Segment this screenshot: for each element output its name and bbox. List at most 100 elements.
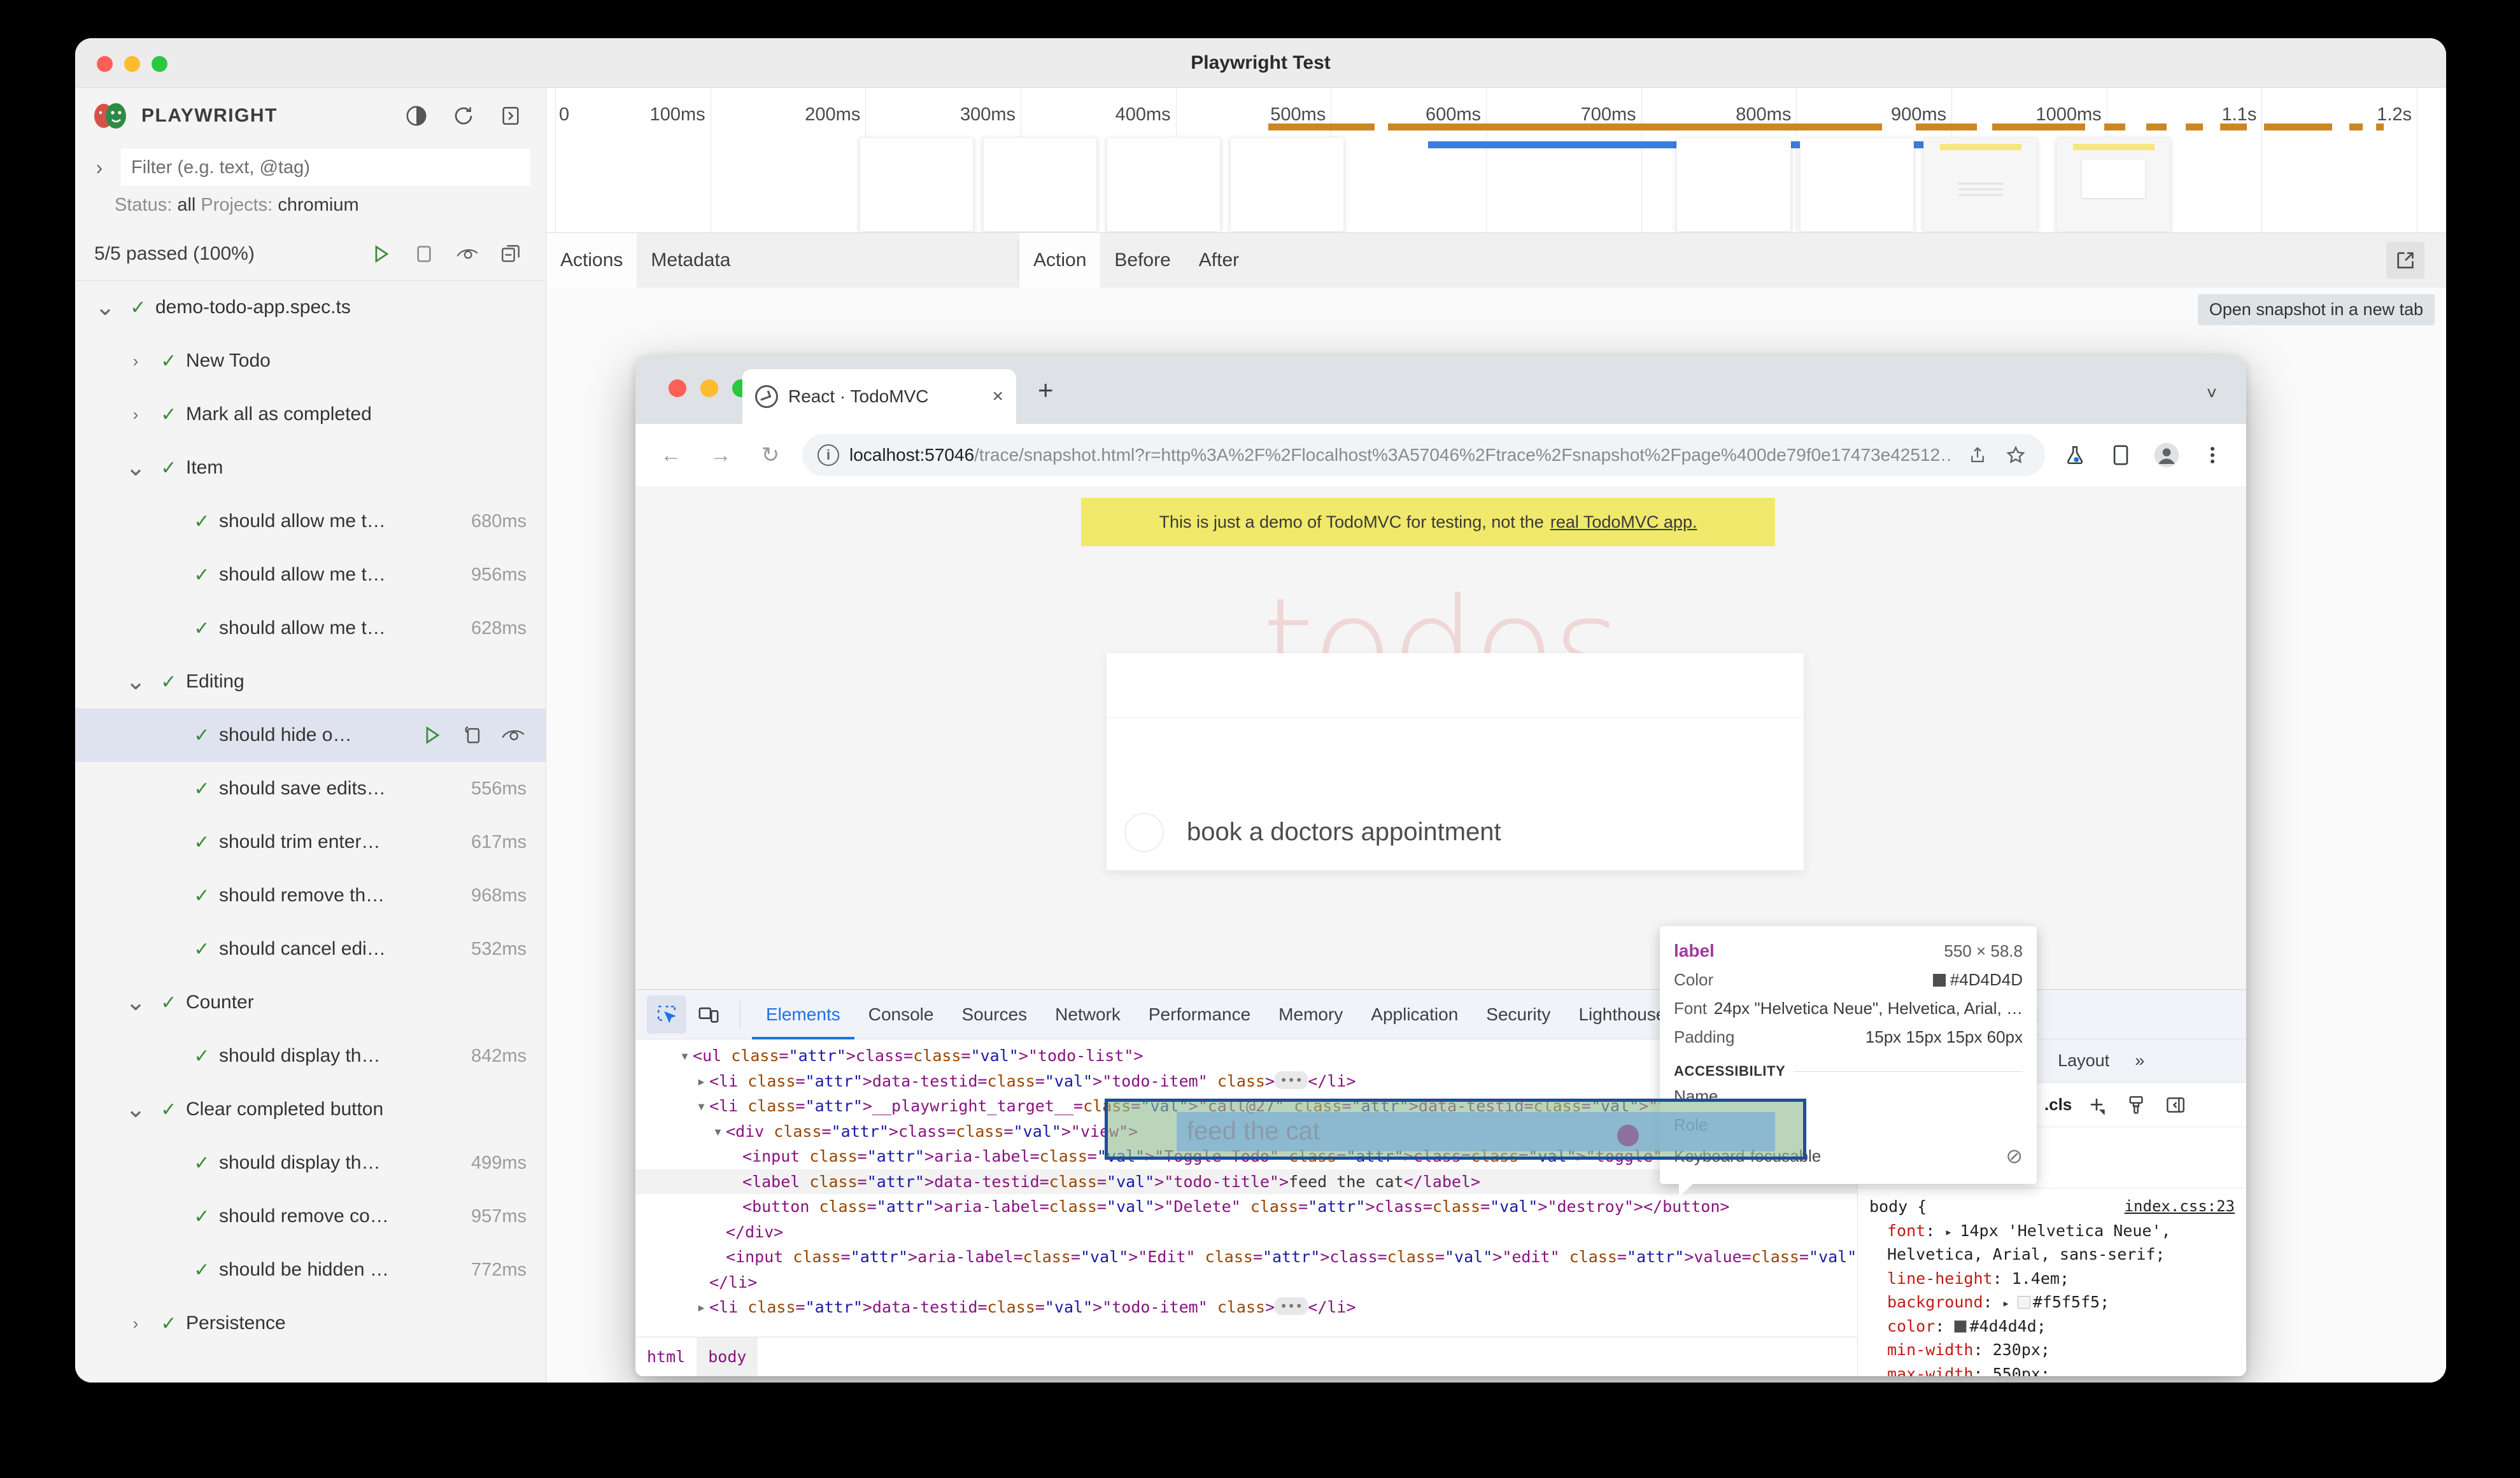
test-tree-row[interactable]: ✓should remove co…957ms: [75, 1190, 546, 1243]
watch-icon[interactable]: [448, 234, 487, 274]
test-tree-row[interactable]: ✓should allow me t…956ms: [75, 548, 546, 602]
browser-minimize-button[interactable]: [700, 379, 718, 397]
test-tree[interactable]: ⌄✓demo-todo-app.spec.ts›✓New Todo›✓Mark …: [75, 281, 546, 1350]
back-button[interactable]: ←: [653, 437, 689, 473]
timeline-bar-action[interactable]: [1992, 123, 2085, 130]
style-declaration[interactable]: background: ▸ #f5f5f5;: [1858, 1290, 2246, 1314]
devtools-tab-sources[interactable]: Sources: [947, 990, 1041, 1039]
copy-icon[interactable]: [458, 721, 487, 750]
timeline-bar-action[interactable]: [2104, 123, 2125, 130]
chevron-down-icon[interactable]: ⌄: [120, 675, 152, 689]
timeline-bar-action[interactable]: [1916, 123, 1976, 130]
dom-twisty-right-icon[interactable]: ▸: [697, 1070, 709, 1093]
style-declaration[interactable]: font: ▸ 14px 'Helvetica Neue', Helvetica…: [1858, 1219, 2246, 1267]
styles-tab-layout[interactable]: Layout: [2045, 1039, 2122, 1083]
test-tree-row[interactable]: ✓should cancel edi…532ms: [75, 922, 546, 976]
devtools-tabs[interactable]: ElementsConsoleSourcesNetworkPerformance…: [752, 990, 1807, 1039]
run-icon[interactable]: [417, 721, 446, 750]
dom-twisty-right-icon[interactable]: ▸: [697, 1296, 709, 1319]
timeline-bar-action[interactable]: [1268, 123, 1375, 130]
dom-line[interactable]: ▸<li class="attr">data-testid=class="val…: [635, 1295, 1857, 1320]
forward-button[interactable]: →: [703, 437, 739, 473]
breadcrumb[interactable]: htmlbody: [635, 1337, 1857, 1376]
chevron-right-icon[interactable]: ›: [81, 157, 117, 178]
reload-button[interactable]: ↻: [753, 437, 788, 473]
timeline-bar-action[interactable]: [1388, 123, 1882, 130]
chevron-down-icon[interactable]: ⌄: [89, 300, 121, 315]
todo-item-row[interactable]: book a doctors appointment: [1107, 794, 1804, 871]
test-tree-row[interactable]: ✓should hide o…: [75, 708, 546, 762]
devtools-tab-application[interactable]: Application: [1357, 990, 1472, 1039]
filmstrip-frame[interactable]: [1676, 137, 1790, 232]
element-classes-icon[interactable]: [2121, 1090, 2151, 1120]
style-declaration[interactable]: color: #4d4d4d;: [1858, 1314, 2246, 1339]
toggle-sidebar-icon[interactable]: [493, 99, 528, 133]
profile-avatar-icon[interactable]: [2151, 439, 2183, 471]
expand-ellipsis-icon[interactable]: •••: [1275, 1297, 1308, 1315]
devtools-tab-performance[interactable]: Performance: [1135, 990, 1264, 1039]
browser-tab[interactable]: React · TodoMVC ×: [742, 369, 1016, 424]
dom-line[interactable]: <input class="attr">aria-label=class="va…: [635, 1244, 1857, 1270]
new-todo-input[interactable]: [1107, 653, 1804, 718]
reload-icon[interactable]: [446, 99, 481, 133]
toggle-todo-checkbox[interactable]: [1124, 813, 1164, 852]
timeline-bar-action[interactable]: [2264, 123, 2332, 130]
watch-icon[interactable]: [499, 721, 528, 750]
filter-input[interactable]: [121, 149, 530, 186]
dom-twisty-down-icon[interactable]: ▾: [713, 1120, 726, 1143]
test-tree-row[interactable]: ✓should remove th…968ms: [75, 869, 546, 922]
status-value[interactable]: all: [177, 195, 195, 215]
filmstrip-frame[interactable]: [983, 137, 1097, 232]
devtools-tab-memory[interactable]: Memory: [1264, 990, 1357, 1039]
viewer-tab-actions[interactable]: Actions: [546, 233, 637, 288]
style-declaration[interactable]: max-width: 550px;: [1858, 1362, 2246, 1377]
open-snapshot-new-tab-icon[interactable]: [2386, 242, 2424, 279]
filmstrip-frame[interactable]: [1800, 137, 1914, 232]
trace-timeline[interactable]: 0100ms200ms300ms400ms500ms600ms700ms800m…: [546, 88, 2446, 233]
chevron-right-icon[interactable]: ›: [120, 405, 152, 425]
style-declaration[interactable]: min-width: 230px;: [1858, 1338, 2246, 1362]
bookmark-star-icon[interactable]: [2002, 441, 2030, 469]
toggle-theme-icon[interactable]: [399, 99, 434, 133]
devtools-tab-network[interactable]: Network: [1041, 990, 1135, 1039]
devtools-tab-console[interactable]: Console: [854, 990, 948, 1039]
test-tree-row[interactable]: ✓should allow me t…680ms: [75, 495, 546, 548]
test-row-actions[interactable]: [417, 721, 546, 750]
share-icon[interactable]: [1964, 441, 1992, 469]
devtools-tab-security[interactable]: Security: [1472, 990, 1564, 1039]
test-tree-row[interactable]: ⌄✓Counter: [75, 976, 546, 1029]
dom-line[interactable]: </li>: [635, 1270, 1857, 1295]
snapshot-tab-after[interactable]: After: [1185, 233, 1253, 288]
snapshot-tab-action[interactable]: Action: [1019, 233, 1100, 288]
left-tabs[interactable]: ActionsMetadata: [546, 233, 1019, 288]
viewer-tab-metadata[interactable]: Metadata: [637, 233, 744, 288]
site-info-icon[interactable]: i: [818, 444, 839, 466]
test-tree-row[interactable]: ⌄✓Clear completed button: [75, 1083, 546, 1136]
dom-twisty-down-icon[interactable]: ▾: [680, 1045, 693, 1067]
dom-twisty-down-icon[interactable]: ▾: [697, 1095, 709, 1118]
filmstrip-frame[interactable]: [1923, 137, 2037, 232]
test-tree-row[interactable]: ✓should be hidden …772ms: [75, 1243, 546, 1297]
chevron-right-icon[interactable]: ›: [120, 1314, 152, 1334]
breadcrumb-item[interactable]: body: [697, 1337, 758, 1377]
browser-close-button[interactable]: [669, 379, 686, 397]
test-tree-row[interactable]: ✓should trim enter…617ms: [75, 815, 546, 869]
filmstrip-frame[interactable]: [1230, 137, 1344, 232]
test-tree-row[interactable]: ✓should display th…842ms: [75, 1029, 546, 1083]
test-tree-row[interactable]: ›✓New Todo: [75, 334, 546, 388]
test-tree-row[interactable]: ⌄✓Item: [75, 441, 546, 495]
style-declaration[interactable]: line-height: 1.4em;: [1858, 1267, 2246, 1291]
snapshot-tab-before[interactable]: Before: [1100, 233, 1184, 288]
right-tabs[interactable]: ActionBeforeAfter Open snapshot in a new…: [1019, 233, 2446, 288]
test-tree-row[interactable]: ⌄✓demo-todo-app.spec.ts: [75, 281, 546, 334]
chevron-down-icon[interactable]: ⌄: [120, 461, 152, 475]
toggle-sidebar-icon[interactable]: [2161, 1090, 2190, 1120]
real-todomvc-link[interactable]: real TodoMVC app.: [1550, 512, 1697, 532]
close-tab-icon[interactable]: ×: [992, 386, 1003, 407]
inspect-element-icon[interactable]: [647, 996, 686, 1034]
browser-traffic-lights[interactable]: [669, 379, 750, 397]
address-bar[interactable]: i localhost:57046/trace/snapshot.html?r=…: [802, 434, 2045, 476]
run-all-icon[interactable]: [361, 234, 400, 274]
test-tree-row[interactable]: ›✓Persistence: [75, 1297, 546, 1350]
new-style-rule-icon[interactable]: [2082, 1090, 2111, 1120]
